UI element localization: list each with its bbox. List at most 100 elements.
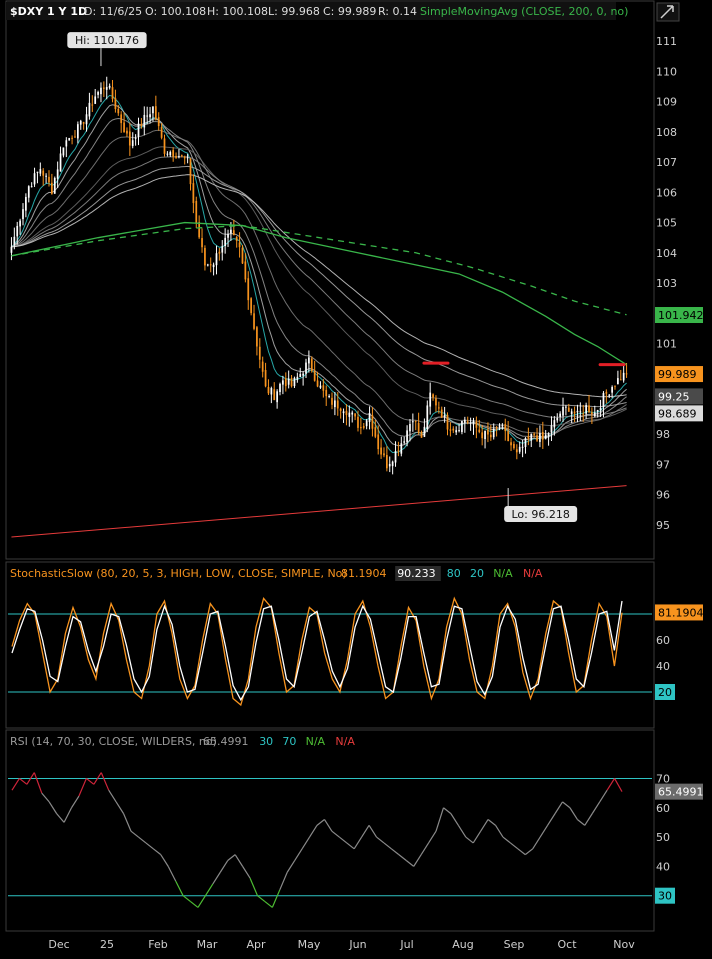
candle-body — [267, 387, 270, 394]
x-tick-label: Oct — [557, 938, 577, 951]
price-label-text: 98.689 — [658, 407, 697, 420]
candle-body — [354, 413, 356, 417]
candle-body — [322, 385, 325, 391]
candle-body — [495, 427, 498, 429]
candle-body — [209, 264, 212, 266]
price-tick-label: 95 — [656, 519, 670, 532]
candle-body — [270, 388, 273, 395]
candle-body — [273, 389, 276, 401]
candle-body — [625, 373, 628, 375]
price-label-text: 99.25 — [658, 390, 690, 403]
candle-body — [559, 413, 562, 417]
candle-body — [48, 176, 50, 183]
candle-body — [120, 114, 123, 124]
candle-body — [204, 247, 206, 266]
candle-body — [276, 391, 278, 403]
candle-body — [469, 422, 472, 424]
candle-body — [195, 200, 198, 223]
candle-body — [198, 222, 201, 238]
price-label-text: 99.989 — [658, 368, 697, 381]
candle-body — [570, 411, 573, 414]
stoch-legend-value: N/A — [523, 567, 543, 580]
candle-body — [524, 438, 527, 447]
x-tick-label: Feb — [148, 938, 167, 951]
candle-body — [394, 451, 397, 463]
collapse-arrow-icon[interactable] — [656, 2, 680, 22]
candle-body — [420, 431, 423, 438]
symbol-label[interactable]: $DXY 1 Y 1D — [10, 5, 87, 18]
candle-body — [27, 186, 30, 198]
rsi-legend-value: N/A — [335, 735, 355, 748]
rsi-tick-label: 50 — [656, 831, 670, 844]
candle-body — [443, 415, 446, 418]
chart-root: $DXY 1 Y 1D D: 11/6/25 O: 100.108 H: 100… — [5, 0, 704, 951]
candle-body — [97, 92, 99, 95]
rsi-title: RSI (14, 70, 30, CLOSE, WILDERS, no) — [10, 735, 217, 748]
candle-body — [287, 378, 290, 385]
stoch-title: StochasticSlow (80, 20, 5, 3, HIGH, LOW,… — [10, 567, 347, 580]
candle-body — [605, 391, 608, 394]
candle-body — [19, 220, 21, 227]
candle-body — [256, 327, 258, 347]
candle-body — [342, 411, 345, 414]
candle-body — [409, 424, 411, 432]
candle-body — [108, 85, 111, 88]
candle-body — [284, 378, 287, 387]
candle-body — [437, 407, 440, 409]
candle-body — [547, 433, 550, 436]
candle-body — [423, 426, 426, 437]
low-label: L: 99.968 — [268, 5, 320, 18]
candle-body — [498, 425, 501, 427]
rsi-current-label: 65.4991 — [658, 786, 704, 799]
candle-body — [42, 170, 45, 176]
candle-body — [308, 357, 310, 364]
rsi-legend-value: N/A — [306, 735, 326, 748]
candle-body — [299, 374, 302, 377]
candle-body — [212, 264, 215, 268]
candle-body — [310, 358, 313, 372]
candle-body — [582, 413, 585, 415]
candle-body — [319, 385, 322, 388]
candle-body — [137, 123, 140, 137]
date-label: D: 11/6/25 — [84, 5, 142, 18]
high-label: H: 100.108 — [207, 5, 268, 18]
candle-body — [154, 106, 157, 120]
candle-body — [492, 428, 495, 438]
candle-body — [481, 432, 484, 439]
candle-body — [56, 169, 59, 179]
candle-body — [146, 115, 149, 117]
candle-body — [114, 98, 117, 109]
candle-body — [131, 140, 134, 147]
price-tick-label: 108 — [656, 126, 677, 139]
candle-body — [163, 138, 166, 154]
candle-body — [238, 242, 241, 248]
candle-body — [279, 383, 281, 393]
candle-body — [143, 114, 146, 128]
candle-body — [71, 137, 73, 139]
candle-body — [128, 131, 131, 146]
candle-body — [302, 373, 304, 376]
stoch-legend-value: 90.233 — [397, 567, 436, 580]
candle-body — [261, 361, 264, 372]
candle-body — [227, 233, 229, 238]
price-tick-label: 105 — [656, 217, 677, 230]
candle-body — [544, 434, 547, 439]
candle-body — [400, 443, 403, 454]
candle-body — [550, 425, 553, 433]
candle-body — [596, 409, 599, 412]
candle-body — [565, 406, 567, 408]
candle-body — [157, 117, 160, 127]
price-tick-label: 101 — [656, 337, 677, 350]
candle-body — [215, 253, 218, 266]
candle-body — [105, 86, 108, 90]
candle-body — [175, 156, 177, 158]
candle-body — [68, 138, 71, 141]
candle-body — [305, 362, 307, 374]
price-tick-label: 110 — [656, 65, 677, 78]
stoch-20-label: 20 — [658, 686, 672, 699]
candle-body — [348, 412, 351, 417]
candle-body — [79, 120, 82, 125]
candle-body — [218, 251, 221, 254]
sma-study-label[interactable]: SimpleMovingAvg (CLOSE, 200, 0, no) — [420, 5, 628, 18]
candle-body — [85, 114, 88, 125]
